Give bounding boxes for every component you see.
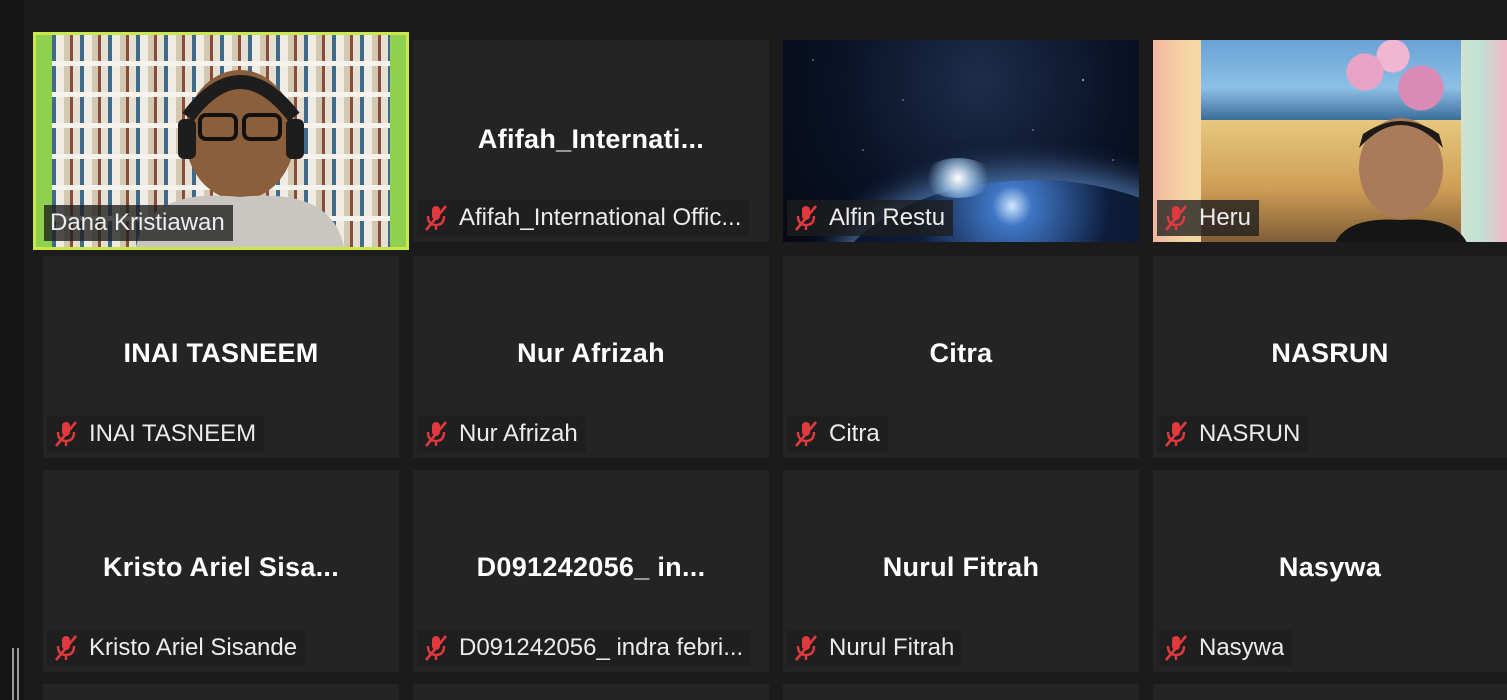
participant-tile-citra[interactable]: Citra Citra <box>783 256 1139 458</box>
participant-name-label: Heru <box>1157 200 1260 236</box>
participant-tile-heru[interactable]: Heru <box>1153 40 1507 242</box>
participant-center-name: Kristo Ariel Sisa... <box>102 552 340 582</box>
microphone-muted-icon <box>55 635 77 661</box>
participant-tile-alfin-restu[interactable]: Alfin Restu <box>783 40 1139 242</box>
participant-tile-afifah[interactable]: Afifah_Internati... Afifah_International… <box>413 40 769 242</box>
video-gallery: Dana Kristiawan Afifah_Internati... Afif… <box>0 0 1507 700</box>
participant-center-name: Citra <box>929 338 993 368</box>
participant-person-image <box>1335 118 1467 242</box>
participant-tile-partial[interactable] <box>1153 684 1507 700</box>
participant-tile-nurul-fitrah[interactable]: Nurul Fitrah Nurul Fitrah <box>783 470 1139 672</box>
participant-name-label: Afifah_International Offic... <box>417 200 750 236</box>
left-side-rail <box>0 0 24 700</box>
participant-name-label: INAI TASNEEM <box>47 416 265 452</box>
microphone-muted-icon <box>425 205 447 231</box>
participant-tile-nasrun[interactable]: NASRUN NASRUN <box>1153 256 1507 458</box>
participant-name-label: NASRUN <box>1157 416 1309 452</box>
participant-name-label: Nur Afrizah <box>417 416 586 452</box>
participant-tile-dana-kristiawan[interactable]: Dana Kristiawan <box>33 32 409 250</box>
resize-handle[interactable] <box>12 648 14 700</box>
participant-tile-nasywa[interactable]: Nasywa Nasywa <box>1153 470 1507 672</box>
participant-name-label: Nasywa <box>1157 630 1293 666</box>
participant-tile-inai-tasneem[interactable]: INAI TASNEEM INAI TASNEEM <box>43 256 399 458</box>
participant-center-name: Nasywa <box>1278 552 1382 582</box>
participant-name-label: D091242056_ indra febri... <box>417 630 752 666</box>
microphone-muted-icon <box>795 421 817 447</box>
microphone-muted-icon <box>1165 205 1187 231</box>
participant-tile-partial[interactable] <box>413 684 769 700</box>
resize-handle-line <box>17 648 19 700</box>
participant-tile-partial[interactable] <box>783 684 1139 700</box>
microphone-muted-icon <box>795 635 817 661</box>
participant-center-name: INAI TASNEEM <box>123 338 319 368</box>
participant-name-label: Nurul Fitrah <box>787 630 963 666</box>
participant-tile-nur-afrizah[interactable]: Nur Afrizah Nur Afrizah <box>413 256 769 458</box>
microphone-muted-icon <box>425 421 447 447</box>
microphone-muted-icon <box>425 635 447 661</box>
participant-center-name: NASRUN <box>1271 338 1389 368</box>
microphone-muted-icon <box>795 205 817 231</box>
participant-center-name: Afifah_Internati... <box>477 124 705 154</box>
microphone-muted-icon <box>55 421 77 447</box>
participant-center-name: D091242056_ in... <box>476 552 706 582</box>
participant-name-label: Kristo Ariel Sisande <box>47 630 306 666</box>
microphone-muted-icon <box>1165 421 1187 447</box>
microphone-muted-icon <box>1165 635 1187 661</box>
participant-tile-kristo-ariel-sisande[interactable]: Kristo Ariel Sisa... Kristo Ariel Sisand… <box>43 470 399 672</box>
participant-tile-partial[interactable] <box>43 684 399 700</box>
participant-center-name: Nur Afrizah <box>517 338 665 368</box>
participant-name-label: Dana Kristiawan <box>44 205 233 241</box>
participant-name-label: Alfin Restu <box>787 200 954 236</box>
participant-tile-indra-febri[interactable]: D091242056_ in... D091242056_ indra febr… <box>413 470 769 672</box>
participant-center-name: Nurul Fitrah <box>882 552 1040 582</box>
participant-name-label: Citra <box>787 416 888 452</box>
